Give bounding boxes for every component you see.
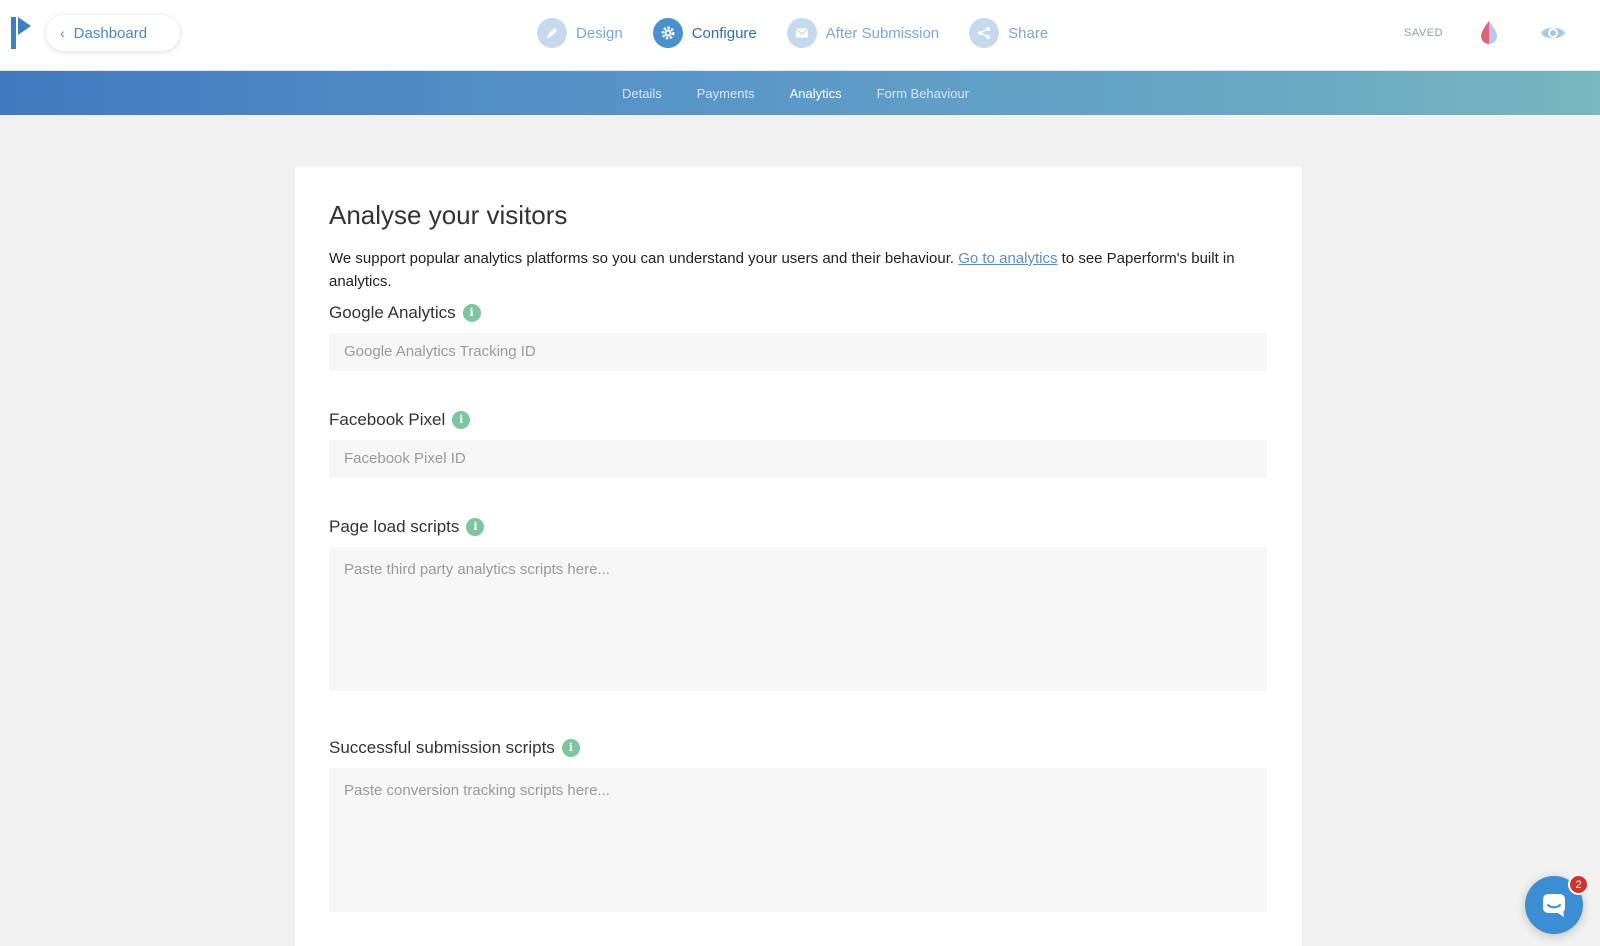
google-analytics-input[interactable] xyxy=(329,332,1267,371)
tab-form-behaviour[interactable]: Form Behaviour xyxy=(877,86,969,101)
notification-badge: 2 xyxy=(1568,874,1589,895)
chat-icon xyxy=(1543,894,1565,917)
tab-analytics[interactable]: Analytics xyxy=(790,86,842,101)
step-design[interactable]: Design xyxy=(537,18,623,48)
save-status: SAVED xyxy=(1404,27,1443,39)
page-load-scripts-label-row: Page load scripts i xyxy=(329,515,1267,539)
step-configure[interactable]: Configure xyxy=(652,18,757,48)
preview-eye-icon[interactable] xyxy=(1540,23,1566,43)
back-to-dashboard-button[interactable]: ‹ Dashboard xyxy=(46,15,180,51)
submission-scripts-textarea[interactable] xyxy=(329,767,1267,912)
info-icon[interactable]: i xyxy=(466,517,485,536)
google-analytics-label: Google Analytics xyxy=(329,302,456,322)
go-to-analytics-link[interactable]: Go to analytics xyxy=(958,250,1057,267)
step-after-submission[interactable]: After Submission xyxy=(786,18,940,48)
paperform-logo[interactable] xyxy=(11,17,31,49)
facebook-pixel-input[interactable] xyxy=(329,439,1267,478)
step-label: Share xyxy=(1008,24,1049,42)
chevron-left-icon: ‹ xyxy=(60,25,65,41)
top-navigation: ‹ Dashboard Design Configure After Submi… xyxy=(0,0,1600,71)
pencil-icon xyxy=(537,18,567,48)
info-icon[interactable]: i xyxy=(462,303,481,322)
step-share[interactable]: Share xyxy=(969,18,1048,48)
page-load-scripts-textarea[interactable] xyxy=(329,546,1267,691)
step-label: After Submission xyxy=(825,24,940,42)
description-text: We support popular analytics platforms s… xyxy=(329,249,959,267)
submission-scripts-label: Successful submission scripts xyxy=(329,737,555,757)
builder-steps: Design Configure After Submission Share xyxy=(537,18,1078,48)
share-icon xyxy=(969,18,1000,48)
info-icon[interactable]: i xyxy=(561,738,580,757)
info-icon[interactable]: i xyxy=(452,410,471,429)
page-load-scripts-label: Page load scripts xyxy=(329,516,460,536)
configure-subnav: Details Payments Analytics Form Behaviou… xyxy=(0,71,1600,115)
page-title: Analyse your visitors xyxy=(329,200,568,230)
page-description: We support popular analytics platforms s… xyxy=(329,247,1267,293)
theme-drop-icon[interactable] xyxy=(1479,20,1499,46)
analytics-settings-card: Analyse your visitors We support popular… xyxy=(295,167,1302,946)
facebook-pixel-label-row: Facebook Pixel i xyxy=(329,408,1267,432)
back-label: Dashboard xyxy=(73,24,148,42)
facebook-pixel-label: Facebook Pixel xyxy=(329,409,446,429)
envelope-icon xyxy=(786,18,817,48)
submission-scripts-label-row: Successful submission scripts i xyxy=(329,736,1267,760)
google-analytics-label-row: Google Analytics i xyxy=(329,301,1267,325)
gear-icon xyxy=(652,18,683,48)
tab-details[interactable]: Details xyxy=(622,86,662,101)
step-label: Design xyxy=(576,24,623,42)
tab-payments[interactable]: Payments xyxy=(697,86,755,101)
step-label: Configure xyxy=(691,24,757,42)
